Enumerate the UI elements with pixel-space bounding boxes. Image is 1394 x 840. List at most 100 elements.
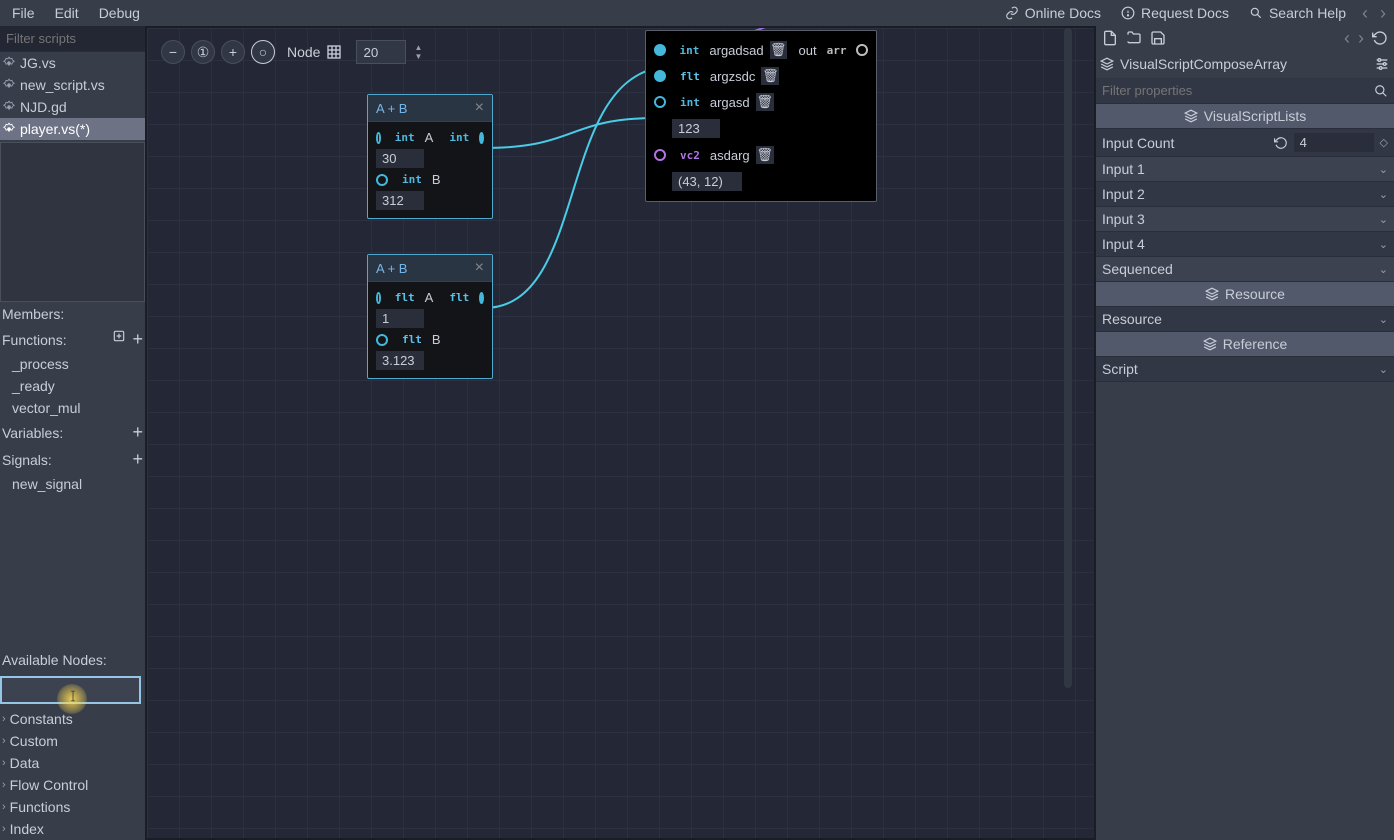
prop-input-1[interactable]: Input 1⌄ — [1096, 157, 1394, 182]
spinner-icon[interactable]: ◇ — [1380, 136, 1388, 149]
graph-canvas[interactable]: − ① + ○ Node ▲▼ A + B× intAint intB A + … — [145, 26, 1096, 840]
graph-node-add-int[interactable]: A + B× intAint intB — [367, 94, 493, 219]
add-function-icon[interactable]: + — [132, 329, 143, 350]
request-docs-link[interactable]: Request Docs — [1111, 1, 1239, 25]
canvas-scrollbar[interactable] — [1064, 28, 1072, 688]
prop-input-4[interactable]: Input 4⌄ — [1096, 232, 1394, 257]
output-port[interactable] — [479, 292, 484, 304]
node-category[interactable]: ›Constants — [0, 708, 145, 730]
prop-resource[interactable]: Resource⌄ — [1096, 307, 1394, 332]
alert-icon — [1121, 6, 1135, 20]
node-category[interactable]: ›Flow Control — [0, 774, 145, 796]
value-input[interactable] — [672, 172, 742, 191]
script-item[interactable]: new_script.vs — [0, 74, 145, 96]
input-count-field[interactable] — [1294, 133, 1374, 152]
zoom-in-button[interactable]: + — [221, 40, 245, 64]
delete-icon[interactable]: 🗑 — [756, 93, 774, 111]
signals-header: Signals: + — [0, 446, 145, 473]
script-item[interactable]: JG.vs — [0, 52, 145, 74]
object-icon — [1205, 287, 1219, 301]
functions-header: Functions: + — [0, 326, 145, 353]
revert-icon[interactable] — [1274, 136, 1288, 150]
nav-fwd[interactable]: › — [1374, 3, 1392, 24]
online-docs-link[interactable]: Online Docs — [995, 1, 1111, 25]
delete-icon[interactable]: 🗑 — [761, 67, 779, 85]
delete-icon[interactable]: 🗑 — [770, 41, 787, 59]
add-signal-icon[interactable]: + — [132, 449, 143, 470]
input-count-row: Input Count ◇ — [1096, 129, 1394, 157]
value-input[interactable] — [376, 149, 424, 168]
zoom-input[interactable] — [356, 40, 406, 64]
zoom-reset-button[interactable]: ① — [191, 40, 215, 64]
node-category[interactable]: ›Data — [0, 752, 145, 774]
section-reference[interactable]: Reference — [1096, 332, 1394, 357]
input-port[interactable] — [654, 70, 666, 82]
node-category[interactable]: ›Custom — [0, 730, 145, 752]
settings-icon[interactable] — [1374, 56, 1390, 72]
menu-file[interactable]: File — [2, 1, 45, 25]
close-icon[interactable]: × — [475, 99, 484, 117]
menu-edit[interactable]: Edit — [45, 1, 89, 25]
inspector-class-name: VisualScriptComposeArray — [1120, 56, 1287, 72]
prop-input-3[interactable]: Input 3⌄ — [1096, 207, 1394, 232]
function-item[interactable]: _process — [0, 353, 145, 375]
add-variable-icon[interactable]: + — [132, 422, 143, 443]
object-icon — [1100, 57, 1114, 71]
section-resource[interactable]: Resource — [1096, 282, 1394, 307]
graph-node-compose-array[interactable]: int argadsad 🗑 out arr flt argzsdc 🗑 i — [645, 30, 877, 202]
script-search[interactable] — [0, 26, 145, 52]
object-icon — [1203, 337, 1217, 351]
prop-script[interactable]: Script⌄ — [1096, 357, 1394, 382]
zoom-spinner[interactable]: ▲▼ — [414, 43, 422, 61]
input-port[interactable] — [376, 334, 388, 346]
available-nodes-search[interactable] — [0, 676, 141, 704]
history-fwd[interactable]: › — [1358, 28, 1364, 49]
search-icon — [1374, 84, 1388, 98]
gear-icon — [2, 100, 16, 114]
value-input[interactable] — [376, 191, 424, 210]
close-icon[interactable]: × — [475, 259, 484, 277]
input-port[interactable] — [376, 292, 381, 304]
input-port[interactable] — [376, 174, 388, 186]
available-nodes-label: Available Nodes: — [0, 648, 145, 672]
input-port[interactable] — [376, 132, 381, 144]
history-icon[interactable] — [1372, 30, 1388, 46]
input-port[interactable] — [654, 149, 666, 161]
node-radio[interactable]: ○ — [251, 40, 275, 64]
delete-icon[interactable]: 🗑 — [756, 146, 774, 164]
new-resource-icon[interactable] — [1102, 30, 1118, 46]
value-input[interactable] — [376, 351, 424, 370]
history-back[interactable]: ‹ — [1344, 28, 1350, 49]
section-visualscriptlists[interactable]: VisualScriptLists — [1096, 104, 1394, 129]
property-filter[interactable] — [1096, 78, 1394, 104]
node-label: Node — [287, 44, 320, 60]
prop-sequenced[interactable]: Sequenced⌄ — [1096, 257, 1394, 282]
script-preview — [0, 142, 145, 302]
output-port[interactable] — [856, 44, 868, 56]
graph-node-add-flt[interactable]: A + B× fltAflt fltB — [367, 254, 493, 379]
value-input[interactable] — [376, 309, 424, 328]
link-icon — [1005, 6, 1019, 20]
signal-item[interactable]: new_signal — [0, 473, 145, 495]
menu-debug[interactable]: Debug — [89, 1, 150, 25]
save-icon[interactable] — [1150, 30, 1166, 46]
function-item[interactable]: _ready — [0, 375, 145, 397]
nav-back[interactable]: ‹ — [1356, 3, 1374, 24]
node-category[interactable]: ›Index — [0, 818, 145, 840]
prop-input-2[interactable]: Input 2⌄ — [1096, 182, 1394, 207]
function-item[interactable]: vector_mul — [0, 397, 145, 419]
property-filter-input[interactable] — [1102, 83, 1374, 98]
script-item[interactable]: NJD.gd — [0, 96, 145, 118]
search-help-link[interactable]: Search Help — [1239, 1, 1356, 25]
zoom-out-button[interactable]: − — [161, 40, 185, 64]
node-category[interactable]: ›Functions — [0, 796, 145, 818]
script-item-active[interactable]: player.vs(*) — [0, 118, 145, 140]
open-folder-icon[interactable] — [1126, 30, 1142, 46]
override-icon[interactable] — [112, 329, 126, 343]
output-port[interactable] — [479, 132, 484, 144]
snap-icon[interactable] — [326, 44, 342, 60]
value-input[interactable] — [672, 119, 720, 138]
input-port[interactable] — [654, 44, 666, 56]
input-port[interactable] — [654, 96, 666, 108]
help-search-icon — [1249, 6, 1263, 20]
